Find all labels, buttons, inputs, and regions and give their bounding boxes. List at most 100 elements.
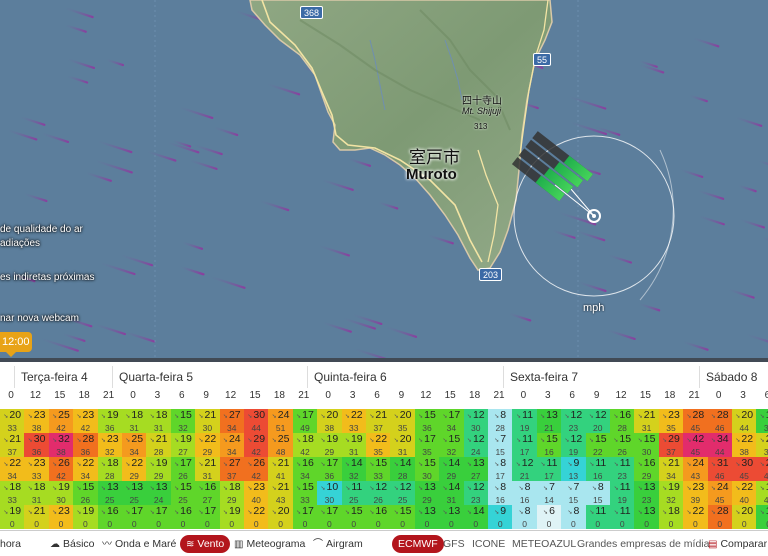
timeline-time-badge[interactable]: 12:00 — [0, 332, 32, 357]
forecast-cell[interactable]: ➘14 32 — [341, 457, 366, 481]
forecast-cell[interactable]: ➘12 26 — [366, 481, 391, 505]
forecast-cell[interactable]: ➘12 20 — [585, 409, 610, 433]
wind-unit-label[interactable]: mph — [583, 302, 604, 314]
forecast-cell[interactable]: ➘19 30 — [48, 481, 74, 505]
forecast-cell[interactable]: ➘19 29 — [146, 457, 171, 481]
forecast-cell[interactable]: ➘28 36 — [73, 433, 98, 457]
map-view[interactable]: 室戸市 Muroto 四十寺山 Mt. Shijuji 313 368 55 2… — [0, 0, 768, 362]
forecast-cell[interactable]: ➘14 28 — [390, 457, 415, 481]
forecast-cell[interactable]: ➘23 39 — [683, 481, 708, 505]
forecast-cell[interactable]: ➘23 42 — [73, 409, 98, 433]
forecast-cell[interactable]: ➘16 0 — [97, 505, 122, 529]
forecast-cell[interactable]: ➘22 29 — [195, 433, 220, 457]
forecast-cell[interactable]: ➘31 46 — [707, 457, 732, 481]
forecast-cell[interactable]: ➘30 45 — [732, 457, 757, 481]
forecast-cell[interactable]: ➘22 0 — [683, 505, 708, 529]
forecast-cell[interactable]: ➘14 29 — [439, 457, 464, 481]
forecast-cell[interactable]: ➘22 38 — [732, 433, 757, 457]
forecast-cell[interactable]: ➘20 33 — [0, 409, 25, 433]
forecast-cell[interactable]: ➘15 0 — [390, 505, 415, 529]
forecast-cell[interactable]: ➘21 37 — [0, 433, 25, 457]
forecast-cell[interactable]: ➘16 27 — [195, 481, 220, 505]
forecast-cell[interactable]: ➘19 0 — [73, 505, 98, 529]
forecast-cell[interactable]: ➘21 30 — [195, 409, 220, 433]
forecast-cell[interactable]: ➘15 26 — [610, 433, 635, 457]
forecast-cell[interactable]: ➘19 31 — [341, 433, 366, 457]
forecast-cell[interactable]: ➘21 34 — [658, 457, 684, 481]
day-header[interactable]: Quinta-feira 6 — [307, 366, 387, 388]
forecast-cell[interactable]: ➘12 25 — [390, 481, 415, 505]
day-header[interactable]: Sábado 8 — [699, 366, 757, 388]
forecast-cell[interactable]: ➘12 24 — [463, 433, 488, 457]
forecast-cell[interactable]: ➘15 30 — [414, 457, 440, 481]
model-icon[interactable]: ICONE — [472, 535, 505, 553]
forecast-cell[interactable]: ➘22 0 — [244, 505, 269, 529]
forecast-cell[interactable]: ➘13 23 — [634, 481, 659, 505]
forecast-cell[interactable]: ➘23 38 — [24, 409, 49, 433]
forecast-cell[interactable]: ➘8 15 — [585, 481, 610, 505]
forecast-cell[interactable]: ➘12 21 — [512, 457, 537, 481]
forecast-cell[interactable]: ➘23 40 — [244, 481, 269, 505]
forecast-cell[interactable]: ➘10 30 — [317, 481, 342, 505]
tab-wind[interactable]: ≋ Vento — [180, 535, 231, 553]
forecast-cell[interactable]: ➘13 25 — [97, 481, 122, 505]
forecast-cell[interactable]: ➘7 15 — [561, 481, 586, 505]
forecast-cell[interactable]: ➘17 49 — [292, 409, 318, 433]
forecast-cell[interactable]: ➘23 33 — [24, 457, 49, 481]
forecast-cell[interactable]: ➘1333 — [756, 409, 768, 433]
forecast-cell[interactable]: ➘24 34 — [219, 433, 244, 457]
forecast-cell[interactable]: ➘2940 — [756, 457, 768, 481]
forecast-cell[interactable]: ➘8 17 — [488, 457, 513, 481]
link-nearby-webcams[interactable]: es indiretas próximas — [0, 272, 94, 283]
forecast-cell[interactable]: ➘26 42 — [244, 457, 269, 481]
forecast-cell[interactable]: ➘130 — [756, 505, 768, 529]
map-canvas[interactable] — [0, 0, 768, 362]
forecast-cell[interactable]: ➘130 — [414, 505, 440, 529]
forecast-cell[interactable]: ➘15 22 — [585, 433, 610, 457]
forecast-cell[interactable]: ➘16 0 — [366, 505, 391, 529]
forecast-cell[interactable]: ➘28 46 — [707, 409, 732, 433]
forecast-cell[interactable]: ➘130 — [439, 505, 464, 529]
forecast-cell[interactable]: ➘15 0 — [341, 505, 366, 529]
forecast-cell[interactable]: ➘21 31 — [195, 457, 220, 481]
forecast-cell[interactable]: ➘15 36 — [414, 409, 440, 433]
day-header[interactable]: Quarta-feira 5 — [112, 366, 193, 388]
forecast-cell[interactable]: ➘13 29 — [414, 481, 440, 505]
forecast-cell[interactable]: ➘8 16 — [488, 481, 513, 505]
forecast-cell[interactable]: ➘27 34 — [219, 409, 244, 433]
tab-airgram[interactable]: ⌒ Airgram — [313, 535, 363, 553]
forecast-cell[interactable]: ➘16 34 — [292, 457, 318, 481]
forecast-cell[interactable]: ➘25 48 — [268, 433, 293, 457]
forecast-cell[interactable]: ➘22 40 — [732, 481, 757, 505]
tab-meteogram[interactable]: ▥ Meteograma — [234, 535, 305, 553]
forecast-cell[interactable]: ➘19 36 — [97, 409, 122, 433]
forecast-cell[interactable]: ➘22 35 — [366, 433, 391, 457]
forecast-cell[interactable]: ➘130 — [634, 505, 659, 529]
forecast-cell[interactable]: ➘28 0 — [707, 505, 732, 529]
model-media[interactable]: Grandes empresas de mídia — [577, 535, 709, 553]
forecast-cell[interactable]: ➘12 23 — [561, 409, 586, 433]
day-header[interactable]: Sexta-feira 7 — [503, 366, 578, 388]
forecast-cell[interactable]: ➘21 43 — [268, 481, 293, 505]
tab-hourly[interactable]: hora — [0, 535, 21, 553]
forecast-cell[interactable]: ➘20 31 — [390, 433, 415, 457]
forecast-cell[interactable]: ➘34 44 — [707, 433, 732, 457]
forecast-cell[interactable]: ➘18 31 — [24, 481, 49, 505]
forecast-cell[interactable]: ➘8 0 — [512, 505, 537, 529]
forecast-cell[interactable]: ➘20 0 — [732, 505, 757, 529]
forecast-cell[interactable]: ➘29 37 — [658, 433, 684, 457]
forecast-cell[interactable]: ➘12 19 — [561, 433, 586, 457]
forecast-cell[interactable]: ➘24 51 — [268, 409, 293, 433]
forecast-cell[interactable]: ➘9 13 — [561, 457, 586, 481]
day-header[interactable]: Terça-feira 4 — [14, 366, 88, 388]
forecast-cell[interactable]: ➘11 19 — [610, 481, 635, 505]
forecast-cell[interactable]: ➘17 0 — [122, 505, 147, 529]
forecast-cell[interactable]: ➘15 32 — [170, 409, 196, 433]
forecast-cell[interactable]: ➘14 31 — [439, 481, 464, 505]
model-meteoblue[interactable]: METEOAZUL — [512, 535, 576, 553]
forecast-cell[interactable]: ➘11 16 — [585, 457, 610, 481]
forecast-cell[interactable]: ➘12 30 — [463, 409, 488, 433]
forecast-cell[interactable]: ➘15 33 — [292, 481, 318, 505]
forecast-cell[interactable]: ➘27 37 — [219, 457, 244, 481]
forecast-cell[interactable]: ➘19 27 — [170, 433, 196, 457]
